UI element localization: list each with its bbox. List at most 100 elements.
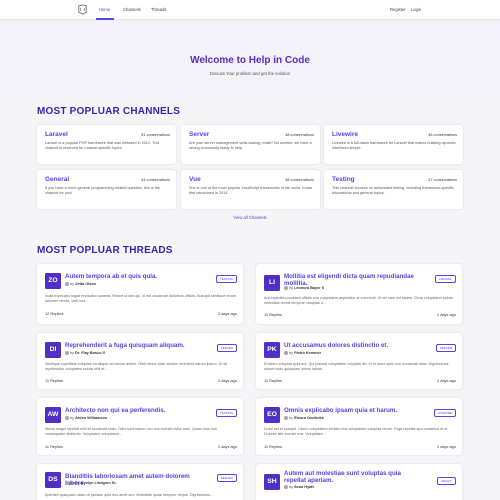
channel-badge[interactable]: Server xyxy=(216,344,237,352)
thread-timestamp: 2 days ago xyxy=(436,378,456,383)
avatar: EO xyxy=(264,407,280,423)
thread-card: DS Blanditiis laboriosam amet autem dolo… xyxy=(37,464,243,500)
channel-badge[interactable]: Testing xyxy=(215,409,237,417)
login-link[interactable]: Login xyxy=(411,0,421,20)
author-name[interactable]: Pietro Kemmer xyxy=(294,351,321,355)
register-link[interactable]: Register xyxy=(390,0,406,20)
channel-description: Are your server management skills lackin… xyxy=(189,141,312,151)
author-name[interactable]: Elnoro Ondricka xyxy=(294,416,324,420)
reply-count: 11 Replies xyxy=(45,444,64,449)
avatar: AW xyxy=(45,407,61,423)
avatar: LI xyxy=(264,275,280,291)
avatar: DS xyxy=(45,472,61,488)
channel-card-general[interactable]: General 44 conservations If you have a m… xyxy=(37,170,176,209)
thread-author: by Arden Williamson xyxy=(65,416,107,420)
channel-name[interactable]: Testing xyxy=(332,176,355,183)
channel-count: 44 conservations xyxy=(141,177,170,182)
thread-card: PK Ut accusamus dolores distinctio et. b… xyxy=(256,333,462,389)
thread-title[interactable]: Autem tempora ab et quis quia. xyxy=(65,273,205,280)
thread-timestamp: 2 days ago xyxy=(436,444,456,449)
user-icon xyxy=(65,481,69,485)
channel-badge[interactable]: Laravel xyxy=(434,275,456,283)
threads-heading: MOST POPLUAR THREADS xyxy=(37,245,173,256)
thread-card: DI Reprehenderit a fuga quisquam aliquam… xyxy=(37,333,243,389)
thread-excerpt: Aperiam quisquam ullam ut pariatur quia … xyxy=(45,493,213,497)
thread-author: by Zetta Olson xyxy=(65,282,96,286)
channel-count: 37 conservations xyxy=(428,177,457,182)
user-icon xyxy=(65,416,69,420)
view-all-channels-link[interactable]: View all Channels xyxy=(0,215,500,220)
code-logo-icon[interactable] xyxy=(77,4,88,15)
author-name[interactable]: Leonora Bayer II xyxy=(294,286,324,290)
channel-count: 51 conservations xyxy=(141,132,170,137)
reply-count: 11 Replies xyxy=(264,444,283,449)
channel-description: Vue is one of the most popular JavaScrip… xyxy=(189,186,313,196)
user-icon xyxy=(284,485,288,489)
author-name[interactable]: Dr. Evelyn Lindgren Sr. xyxy=(75,481,117,485)
channel-card-server[interactable]: Server 48 conservations Are your server … xyxy=(181,125,320,164)
thread-excerpt: Minus magni repellat nihil et occaecati … xyxy=(45,427,217,437)
channel-description: Livewire is a full-stack framework for L… xyxy=(332,141,456,151)
channel-description: If you have a more general programming-r… xyxy=(45,186,161,196)
thread-timestamp: 2 days ago xyxy=(217,444,237,449)
author-name[interactable]: Zetta Olson xyxy=(75,282,96,286)
user-icon xyxy=(65,282,69,286)
thread-author: by Sean Hyatt xyxy=(284,485,314,489)
thread-title[interactable]: Reprehenderit a fuga quisquam aliquam. xyxy=(65,342,205,349)
author-name[interactable]: Arden Williamson xyxy=(75,416,107,420)
avatar: SH xyxy=(264,474,280,490)
avatar: PK xyxy=(264,342,280,358)
author-name[interactable]: Sean Hyatt xyxy=(294,485,314,489)
nav-threads-link[interactable]: Threads xyxy=(151,0,166,20)
thread-author: by Elnoro Ondricka xyxy=(284,416,324,420)
channel-card-laravel[interactable]: Laravel 51 conservations Laravel is a po… xyxy=(37,125,176,164)
channel-badge[interactable]: Testing xyxy=(215,275,237,283)
thread-card: LI Mollitia est eligendi dicta quam repu… xyxy=(256,264,462,324)
thread-excerpt: Similique cupiditate voluptas ea aliquid… xyxy=(45,362,228,372)
thread-author: by Dr. Evelyn Lindgren Sr. xyxy=(65,481,117,485)
user-icon xyxy=(284,416,288,420)
user-icon xyxy=(284,286,288,290)
channel-badge[interactable]: React xyxy=(437,477,456,485)
avatar: DI xyxy=(45,342,61,358)
thread-title[interactable]: Autem aut molestiae sunt voluptas quia r… xyxy=(284,470,424,485)
user-icon xyxy=(284,351,288,355)
avatar: ZO xyxy=(45,273,61,289)
thread-excerpt: Nulla explicabo fugiat explicabo quaerat… xyxy=(45,294,236,304)
reply-count: 11 Replies xyxy=(264,312,283,317)
channel-card-testing[interactable]: Testing 37 conservations This channel fo… xyxy=(324,170,463,209)
hero-subtitle: Discuss Your problem and get the solutio… xyxy=(209,71,291,76)
nav-channels-link[interactable]: Channels xyxy=(123,0,141,20)
reply-count: 11 Replies xyxy=(264,378,283,383)
channel-card-vue[interactable]: Vue 38 conservations Vue is one of the m… xyxy=(181,170,320,209)
thread-title[interactable]: Omnis explicabo ipsam quia et harum. xyxy=(284,407,424,414)
channel-name[interactable]: Laravel xyxy=(45,131,68,138)
thread-excerpt: Dolor est et suscipit. Libero voluptatem… xyxy=(264,427,449,437)
thread-card: SH Autem aut molestiae sunt voluptas qui… xyxy=(256,464,462,500)
channel-badge[interactable]: Server xyxy=(435,344,456,352)
thread-timestamp: 2 days ago xyxy=(436,312,456,317)
reply-count: 12 Replies xyxy=(45,311,64,316)
channel-name[interactable]: Livewire xyxy=(332,131,358,138)
nav-home-link[interactable]: Home xyxy=(99,0,110,20)
user-icon xyxy=(65,351,69,355)
thread-card: AW Architecto non qui ea perferendis. by… xyxy=(37,398,243,455)
channel-badge[interactable]: Server xyxy=(216,474,237,482)
channel-count: 48 conservations xyxy=(285,132,314,137)
thread-title[interactable]: Architecto non qui ea perferendis. xyxy=(65,407,205,414)
channel-description: Laravel is a popular PHP framework that … xyxy=(45,141,160,151)
channel-name[interactable]: General xyxy=(45,176,69,183)
navbar: Home Channels Threads Register Login xyxy=(0,0,500,20)
thread-excerpt: Aut expedita provident officiis eos volu… xyxy=(264,296,453,306)
channel-badge[interactable]: Livewire xyxy=(433,409,456,417)
thread-card: ZO Autem tempora ab et quis quia. by Zet… xyxy=(37,264,243,324)
thread-title[interactable]: Ut accusamus dolores distinctio et. xyxy=(284,342,424,349)
hero-section: Welcome to Help in Code Discuss Your pro… xyxy=(0,20,500,96)
channel-name[interactable]: Server xyxy=(189,131,209,138)
channel-card-livewire[interactable]: Livewire 48 conservations Livewire is a … xyxy=(324,125,463,164)
thread-author: by Pietro Kemmer xyxy=(284,351,321,355)
thread-author: by Leonora Bayer II xyxy=(284,286,324,290)
channels-heading: MOST POPLUAR CHANNELS xyxy=(37,106,181,117)
author-name[interactable]: Dr. Flay Bosco II xyxy=(75,351,105,355)
channel-name[interactable]: Vue xyxy=(189,176,201,183)
